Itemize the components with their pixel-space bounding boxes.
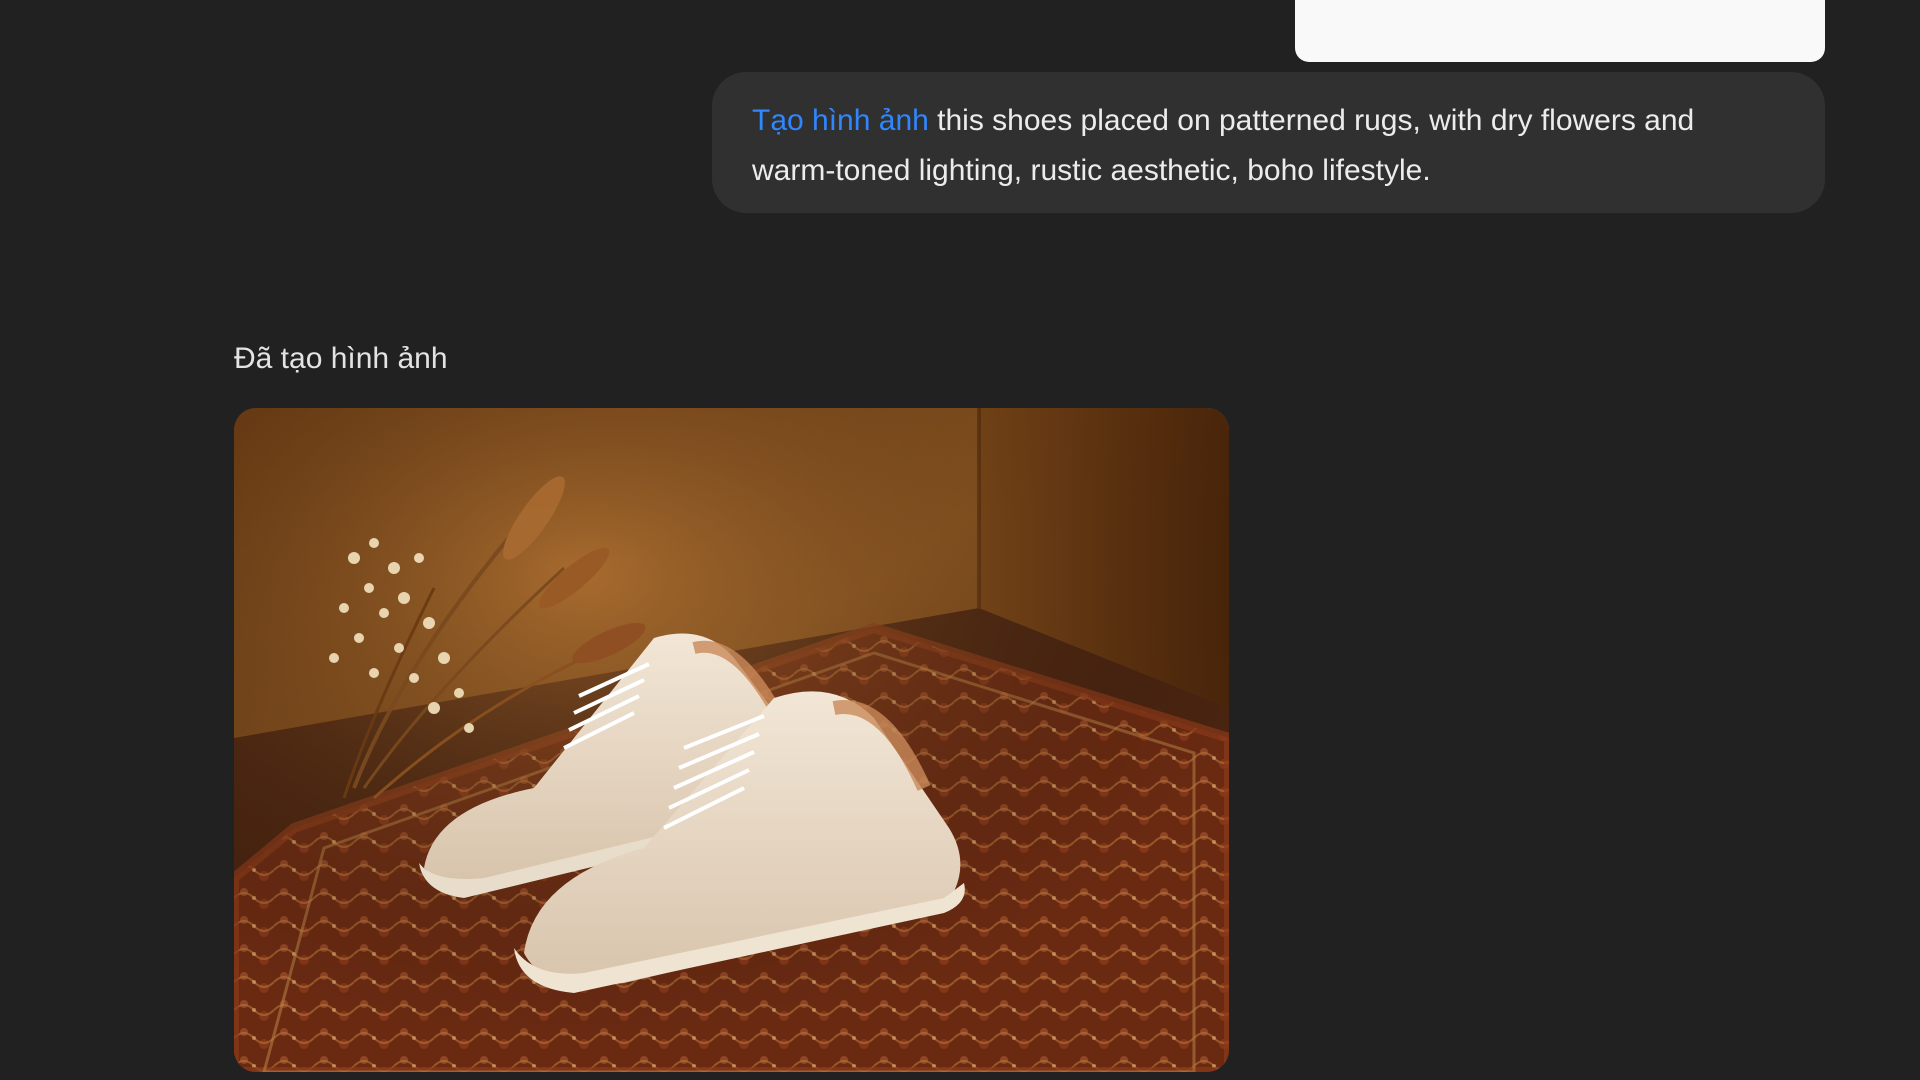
user-message-bubble: Tạo hình ảnh this shoes placed on patter… <box>712 72 1825 213</box>
tool-tag-create-image[interactable]: Tạo hình ảnh <box>752 104 929 137</box>
generated-image-illustration <box>234 408 1229 1072</box>
previous-attachment-card[interactable] <box>1295 0 1825 62</box>
image-generated-label: Đã tạo hình ảnh <box>234 342 448 375</box>
chat-page: Tạo hình ảnh this shoes placed on patter… <box>0 0 1920 1080</box>
generated-image[interactable] <box>234 408 1229 1072</box>
